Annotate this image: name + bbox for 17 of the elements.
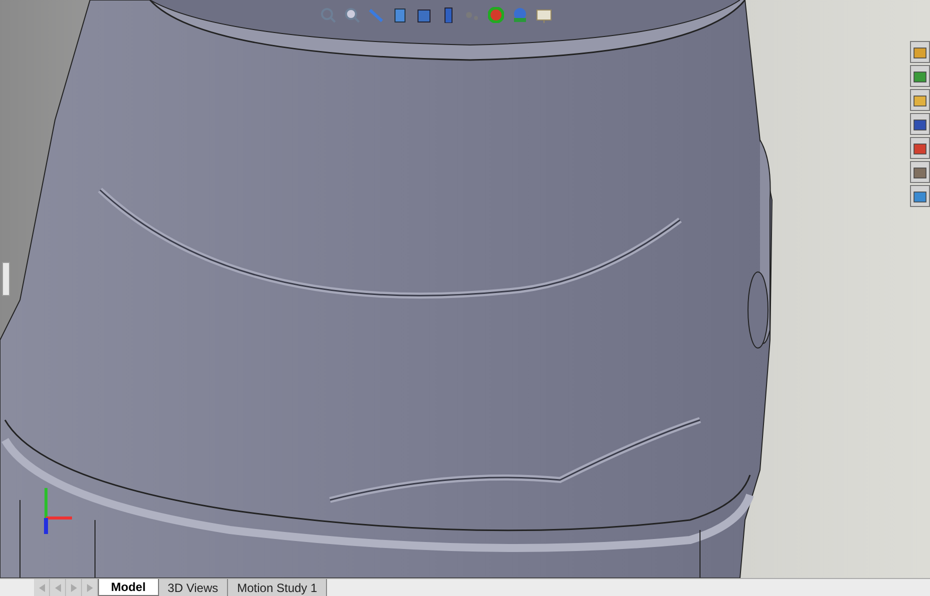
task-pane-tab[interactable]: [910, 113, 930, 135]
bottom-tab[interactable]: 3D Views: [158, 579, 228, 596]
bottom-tab[interactable]: Model: [98, 579, 159, 596]
triangle-icon: [38, 584, 44, 592]
zoom-area-icon[interactable]: [344, 7, 360, 23]
task-pane-tab[interactable]: [910, 185, 930, 207]
task-pane-tab[interactable]: [910, 65, 930, 87]
bottom-tab[interactable]: Motion Study 1: [228, 579, 328, 596]
triangle-icon: [86, 584, 92, 592]
side-handle[interactable]: [2, 262, 10, 296]
triangle-icon: [54, 584, 60, 592]
triangle-icon: [70, 584, 76, 592]
task-pane-tab[interactable]: [910, 41, 930, 63]
task-pane-tab[interactable]: [910, 137, 930, 159]
monitor-icon[interactable]: [536, 7, 552, 23]
task-pane-tab[interactable]: [910, 161, 930, 183]
task-pane-tab[interactable]: [910, 89, 930, 111]
